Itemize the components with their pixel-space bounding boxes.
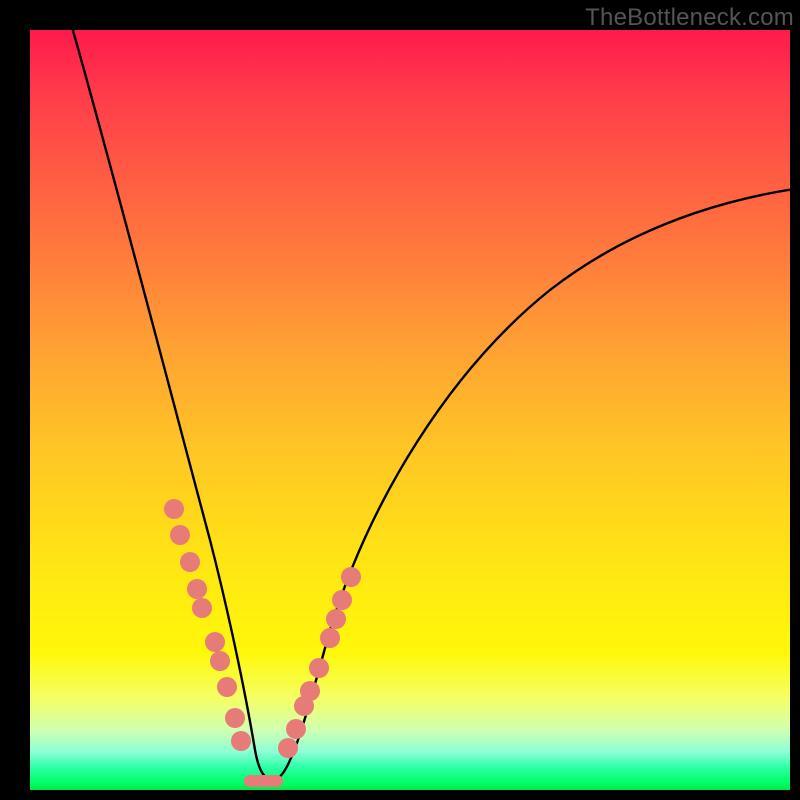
data-point: [326, 609, 346, 629]
bottleneck-curve: [70, 20, 800, 779]
data-point: [170, 525, 190, 545]
data-point: [180, 552, 200, 572]
data-point: [231, 731, 251, 751]
data-point: [205, 632, 225, 652]
data-point: [210, 651, 230, 671]
data-point: [187, 579, 207, 599]
watermark-text: TheBottleneck.com: [585, 4, 794, 32]
right-marker-cluster: [278, 567, 361, 758]
data-point: [332, 590, 352, 610]
chart-frame: TheBottleneck.com: [0, 0, 800, 800]
data-point: [217, 677, 237, 697]
data-point: [341, 567, 361, 587]
plot-area: [30, 30, 790, 790]
data-point: [286, 719, 306, 739]
data-point: [320, 628, 340, 648]
chart-svg: [30, 30, 790, 790]
left-marker-cluster: [164, 499, 251, 751]
data-point: [300, 681, 320, 701]
data-point: [309, 658, 329, 678]
data-point: [225, 708, 245, 728]
data-point: [164, 499, 184, 519]
data-point: [192, 598, 212, 618]
data-point: [278, 738, 298, 758]
